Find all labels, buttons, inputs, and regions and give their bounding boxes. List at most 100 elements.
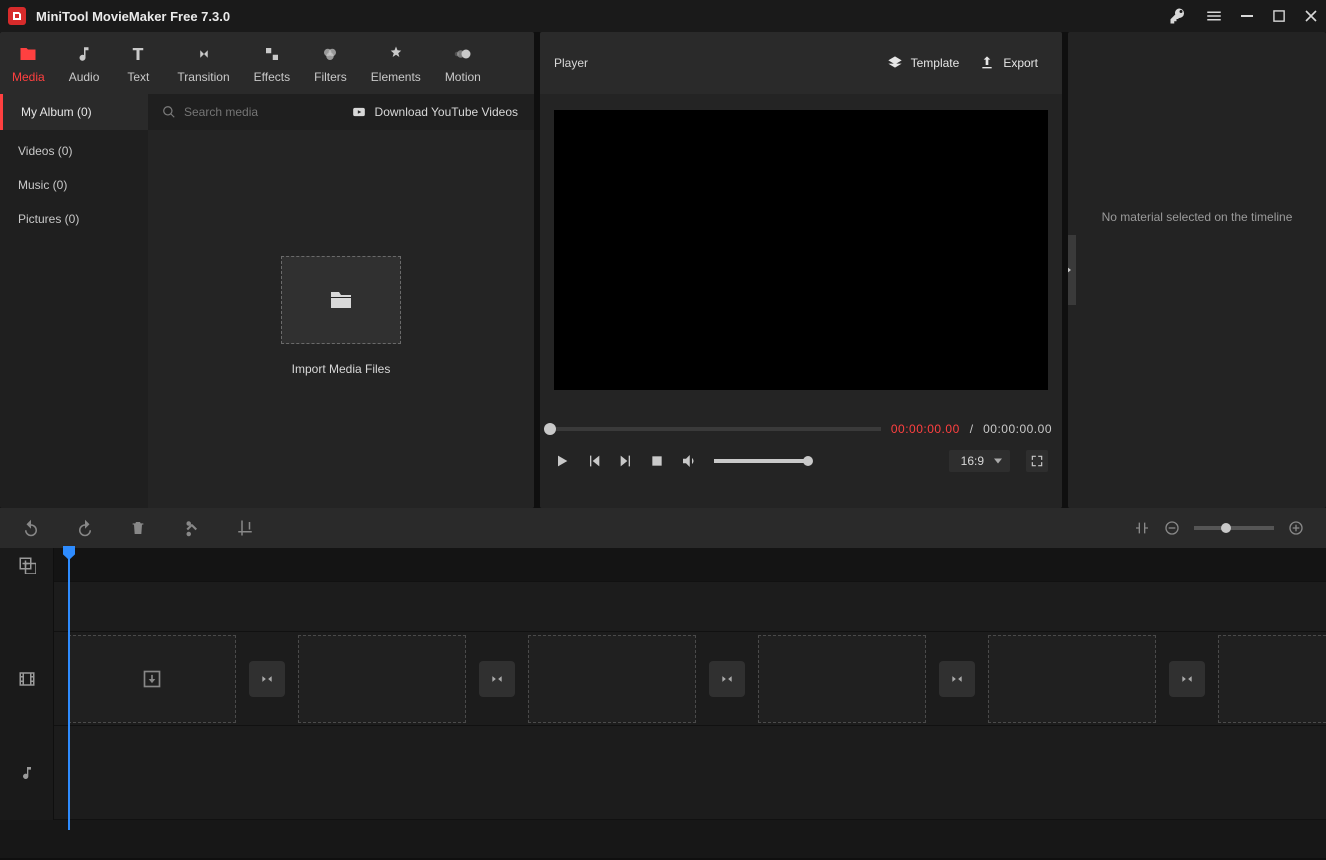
effects-icon — [263, 44, 281, 64]
sidebar-item-pictures[interactable]: Pictures (0) — [0, 202, 148, 236]
tab-motion[interactable]: Motion — [433, 32, 493, 94]
sidebar-my-album-label: My Album (0) — [21, 105, 92, 119]
import-clip-icon — [142, 669, 162, 689]
add-track-button[interactable] — [0, 548, 54, 582]
template-button[interactable]: Template — [877, 49, 970, 77]
prev-frame-button[interactable] — [586, 453, 602, 469]
sidebar-item-my-album[interactable]: My Album (0) — [0, 94, 148, 130]
time-separator: / — [970, 422, 973, 436]
search-input[interactable] — [184, 105, 304, 119]
zoom-in-button[interactable] — [1288, 520, 1304, 536]
media-sidebar: Videos (0) Music (0) Pictures (0) — [0, 130, 148, 508]
tab-audio-label: Audio — [69, 70, 100, 84]
tab-elements-label: Elements — [371, 70, 421, 84]
fullscreen-button[interactable] — [1026, 450, 1048, 472]
text-icon — [129, 44, 147, 64]
tab-filters[interactable]: Filters — [302, 32, 359, 94]
sidebar-item-videos[interactable]: Videos (0) — [0, 134, 148, 168]
clip-slot[interactable] — [988, 635, 1156, 723]
clip-slot[interactable] — [1218, 635, 1326, 723]
clip-slot[interactable] — [298, 635, 466, 723]
play-button[interactable] — [554, 453, 570, 469]
properties-panel: No material selected on the timeline — [1068, 32, 1326, 508]
menu-icon[interactable] — [1205, 7, 1223, 25]
audio-track-gutter — [0, 726, 54, 820]
minimize-button[interactable] — [1241, 9, 1255, 23]
stop-button[interactable] — [650, 454, 664, 468]
volume-button[interactable] — [680, 452, 698, 470]
player-panel: Player Template Export 00:00:00.00 / 00:… — [540, 32, 1062, 508]
playhead[interactable] — [68, 548, 70, 830]
filters-icon — [321, 44, 339, 64]
tab-motion-label: Motion — [445, 70, 481, 84]
transition-slot[interactable] — [1169, 661, 1205, 697]
timeline-toolbar — [0, 508, 1326, 548]
download-youtube-label: Download YouTube Videos — [375, 105, 518, 119]
transition-slot[interactable] — [479, 661, 515, 697]
tab-effects-label: Effects — [254, 70, 290, 84]
split-button[interactable] — [182, 519, 200, 537]
aspect-ratio-select[interactable]: 16:9 — [949, 450, 1010, 472]
download-youtube-link[interactable]: Download YouTube Videos — [351, 94, 534, 130]
text-track[interactable] — [54, 582, 1326, 632]
video-track[interactable] — [54, 632, 1326, 726]
tab-filters-label: Filters — [314, 70, 347, 84]
transition-slot[interactable] — [249, 661, 285, 697]
close-button[interactable] — [1304, 9, 1318, 23]
transition-slot[interactable] — [939, 661, 975, 697]
clip-slot[interactable] — [758, 635, 926, 723]
chevron-right-icon — [1068, 264, 1073, 276]
search-box[interactable] — [148, 94, 351, 130]
add-track-icon — [18, 556, 36, 574]
film-icon — [18, 670, 36, 688]
main-tabs: Media Audio Text Transition Effects Filt… — [0, 32, 534, 94]
next-frame-button[interactable] — [618, 453, 634, 469]
layers-icon — [887, 55, 903, 71]
time-current: 00:00:00.00 — [891, 422, 960, 436]
time-total: 00:00:00.00 — [983, 422, 1052, 436]
volume-slider[interactable] — [714, 459, 808, 463]
video-preview — [554, 110, 1048, 390]
search-icon — [162, 105, 176, 119]
tab-transition-label: Transition — [177, 70, 229, 84]
tab-effects[interactable]: Effects — [242, 32, 302, 94]
music-note-icon — [75, 44, 93, 64]
media-panel: Media Audio Text Transition Effects Filt… — [0, 32, 534, 508]
delete-button[interactable] — [130, 519, 146, 537]
fit-timeline-button[interactable] — [1134, 519, 1150, 537]
zoom-out-button[interactable] — [1164, 520, 1180, 536]
window-title: MiniTool MovieMaker Free 7.3.0 — [36, 9, 1169, 24]
maximize-button[interactable] — [1273, 10, 1286, 23]
app-logo — [8, 7, 26, 25]
text-track-gutter — [0, 582, 54, 632]
media-area: Import Media Files — [148, 130, 534, 508]
tab-media[interactable]: Media — [0, 32, 57, 94]
timeline-ruler[interactable] — [54, 548, 1326, 582]
tab-text[interactable]: Text — [111, 32, 165, 94]
clip-slot[interactable] — [528, 635, 696, 723]
redo-button[interactable] — [76, 519, 94, 537]
player-title: Player — [554, 56, 877, 70]
tab-transition[interactable]: Transition — [165, 32, 241, 94]
import-media-button[interactable] — [281, 256, 401, 344]
audio-track[interactable] — [54, 726, 1326, 820]
tab-elements[interactable]: Elements — [359, 32, 433, 94]
tab-audio[interactable]: Audio — [57, 32, 112, 94]
export-button[interactable]: Export — [969, 49, 1048, 77]
elements-icon — [387, 44, 405, 64]
tab-media-label: Media — [12, 70, 45, 84]
video-track-gutter — [0, 632, 54, 726]
clip-slot[interactable] — [68, 635, 236, 723]
crop-button[interactable] — [236, 519, 254, 537]
undo-button[interactable] — [22, 519, 40, 537]
collapse-properties-handle[interactable] — [1068, 235, 1076, 305]
sidebar-item-music[interactable]: Music (0) — [0, 168, 148, 202]
music-note-icon — [19, 765, 35, 781]
seek-slider[interactable] — [550, 427, 881, 431]
zoom-slider[interactable] — [1194, 526, 1274, 530]
folder-icon — [18, 44, 38, 64]
key-icon[interactable] — [1169, 7, 1187, 25]
titlebar: MiniTool MovieMaker Free 7.3.0 — [0, 0, 1326, 32]
transition-slot[interactable] — [709, 661, 745, 697]
transition-icon — [194, 44, 214, 64]
